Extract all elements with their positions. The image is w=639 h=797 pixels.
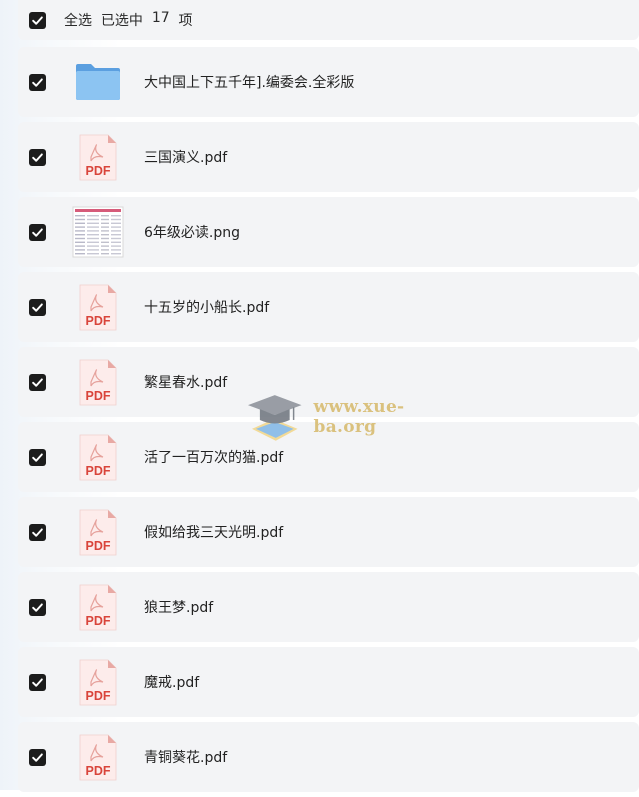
select-all-checkbox[interactable] [29,11,46,29]
file-checkbox[interactable] [29,748,46,766]
checkmark-icon [32,227,43,237]
pdf-icon: PDF [72,131,124,183]
graduation-cap-icon [247,395,302,441]
selected-suffix: 项 [178,13,193,29]
svg-text:PDF: PDF [86,689,111,703]
pdf-icon: PDF [72,656,124,708]
file-checkbox[interactable] [29,373,46,391]
file-name[interactable]: 假如给我三天光明.pdf [144,522,283,542]
checkmark-icon [32,15,43,25]
checkmark-icon [32,77,43,87]
file-row[interactable]: PDF 青铜葵花.pdf [18,722,639,792]
selected-count: 17 [151,10,170,26]
file-name[interactable]: 繁星春水.pdf [144,372,227,392]
watermark-text: www.xue-ba.org [313,397,405,437]
file-checkbox[interactable] [29,223,46,241]
file-row[interactable]: PDF 魔戒.pdf [18,647,639,717]
selected-prefix: 已选中 [100,13,143,29]
file-name[interactable]: 大中国上下五千年].编委会.全彩版 [144,72,354,92]
image-thumbnail [72,206,124,258]
file-row[interactable]: PDF 三国演义.pdf [18,122,639,192]
file-name[interactable]: 6年级必读.png [144,222,240,242]
file-name[interactable]: 狼王梦.pdf [144,597,213,617]
file-checkbox[interactable] [29,148,46,166]
file-checkbox[interactable] [29,523,46,541]
file-checkbox[interactable] [29,73,46,91]
checkmark-icon [32,677,43,687]
watermark: www.xue-ba.org [246,389,466,445]
checkmark-icon [32,752,43,762]
file-name[interactable]: 活了一百万次的猫.pdf [144,447,283,467]
svg-text:PDF: PDF [86,614,111,628]
checkmark-icon [32,302,43,312]
select-all-label[interactable]: 全选 [64,10,92,30]
svg-text:PDF: PDF [86,539,111,553]
svg-text:PDF: PDF [86,464,111,478]
folder-icon [72,56,124,108]
pdf-icon: PDF [72,581,124,633]
file-checkbox[interactable] [29,673,46,691]
file-checkbox[interactable] [29,298,46,316]
file-name[interactable]: 青铜葵花.pdf [144,747,227,767]
checkmark-icon [32,377,43,387]
file-row[interactable]: PDF 十五岁的小船长.pdf [18,272,639,342]
pdf-icon: PDF [72,506,124,558]
file-row[interactable]: 6年级必读.png [18,197,639,267]
pdf-icon: PDF [72,281,124,333]
file-name[interactable]: 十五岁的小船长.pdf [144,297,269,317]
file-row[interactable]: PDF 狼王梦.pdf [18,572,639,642]
selection-header: 全选 已选中 17 项 [18,0,639,40]
pdf-icon: PDF [72,356,124,408]
checkmark-icon [32,452,43,462]
svg-text:PDF: PDF [86,314,111,328]
checkmark-icon [32,527,43,537]
file-checkbox[interactable] [29,598,46,616]
file-checkbox[interactable] [29,448,46,466]
checkmark-icon [32,602,43,612]
selection-summary: 全选 已选中 17 项 [64,10,193,30]
file-row[interactable]: 大中国上下五千年].编委会.全彩版 [18,47,639,117]
svg-text:PDF: PDF [86,164,111,178]
pdf-icon: PDF [72,731,124,783]
checkmark-icon [32,152,43,162]
pdf-icon: PDF [72,431,124,483]
file-name[interactable]: 魔戒.pdf [144,672,199,692]
svg-text:PDF: PDF [86,389,111,403]
file-row[interactable]: PDF 假如给我三天光明.pdf [18,497,639,567]
svg-text:PDF: PDF [86,764,111,778]
file-name[interactable]: 三国演义.pdf [144,147,227,167]
